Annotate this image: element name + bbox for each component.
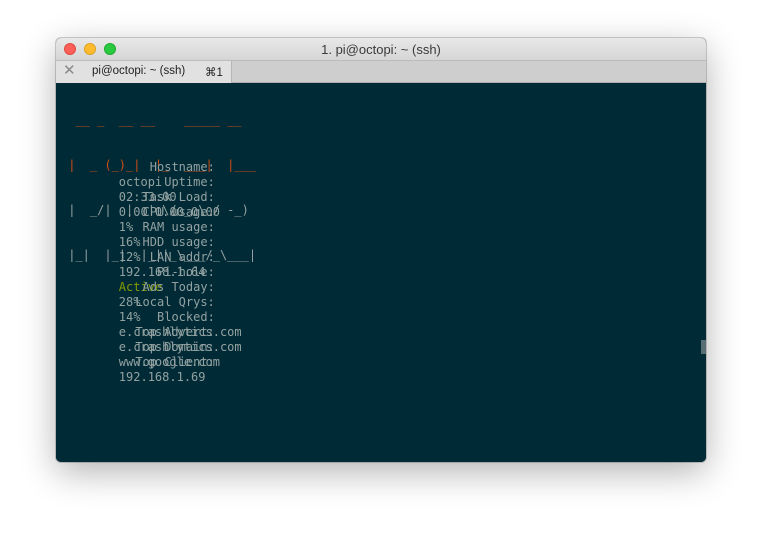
tab-bar: ✕ pi@octopi: ~ (ssh) ⌘1 — [56, 60, 706, 83]
stat-label: Blocked: — [157, 310, 215, 324]
stat-label: Pi-hole: — [157, 265, 215, 279]
stat-value: 192.168.1.69 — [118, 370, 206, 384]
tab-close-icon[interactable]: ✕ — [63, 63, 76, 79]
window-title: 1. pi@octopi: ~ (ssh) — [321, 42, 441, 57]
stat-label: Task Load: — [142, 190, 215, 204]
stat-label: Top Domain: — [135, 340, 215, 354]
terminal-window: 1. pi@octopi: ~ (ssh) ✕ pi@octopi: ~ (ss… — [56, 38, 706, 462]
stat-label: Ads Today: — [142, 280, 215, 294]
stat-label: Top Client: — [135, 355, 215, 369]
stat-label: LAN addr: — [149, 250, 215, 264]
title-bar[interactable]: 1. pi@octopi: ~ (ssh) — [56, 38, 706, 60]
tab-shortcut: ⌘1 — [205, 67, 223, 79]
tab-label: pi@octopi: ~ (ssh) — [92, 65, 186, 77]
stat-row-hostname: Hostname: octopi — [61, 145, 242, 189]
stat-label: RAM usage: — [142, 220, 215, 234]
stat-label: CPU usage: — [142, 205, 215, 219]
tab-ssh-session[interactable]: ✕ pi@octopi: ~ (ssh) ⌘1 — [56, 61, 232, 83]
stat-label: Hostname: — [149, 160, 215, 174]
stat-label: Local Qrys: — [135, 295, 215, 309]
logo-line-1: __ _ __ __ _____ __ — [61, 113, 242, 127]
stat-label: Uptime: — [164, 175, 215, 189]
stat-label: Top Advert: — [135, 325, 215, 339]
terminal-cursor — [701, 340, 706, 354]
stat-label: HDD usage: — [142, 235, 215, 249]
terminal-output[interactable]: __ _ __ __ _____ __ | _ (_)_| |_ ___| |_… — [56, 83, 706, 462]
stats-block: Hostname: octopi Uptime: 02:33:00 Task L… — [61, 145, 242, 384]
